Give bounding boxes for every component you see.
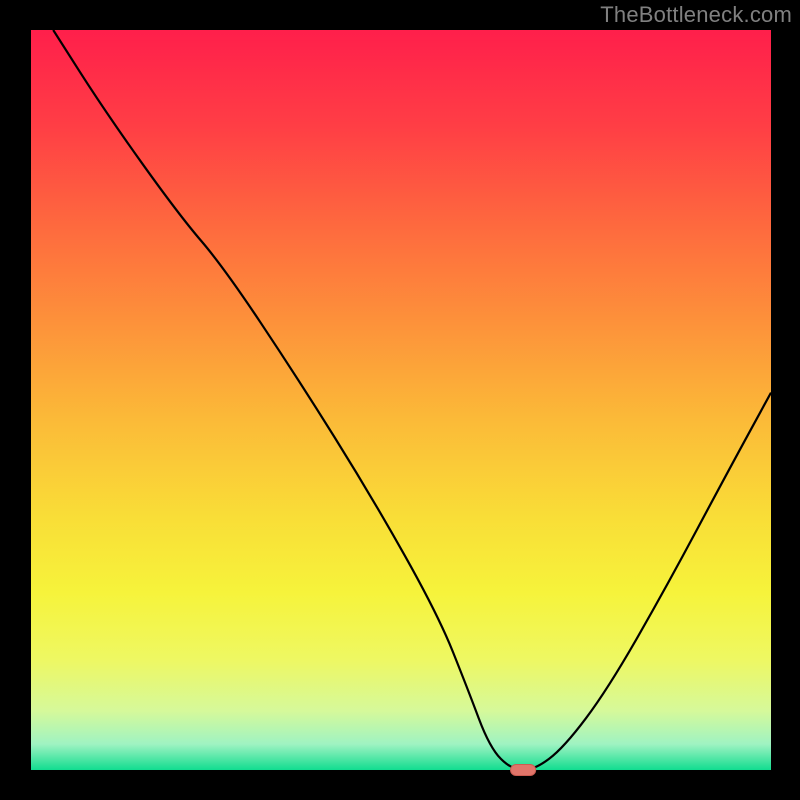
- chart-stage: TheBottleneck.com: [0, 0, 800, 800]
- watermark-text: TheBottleneck.com: [600, 2, 792, 28]
- optimum-marker: [511, 764, 536, 775]
- bottleneck-chart: [0, 0, 800, 800]
- plot-background: [31, 30, 771, 770]
